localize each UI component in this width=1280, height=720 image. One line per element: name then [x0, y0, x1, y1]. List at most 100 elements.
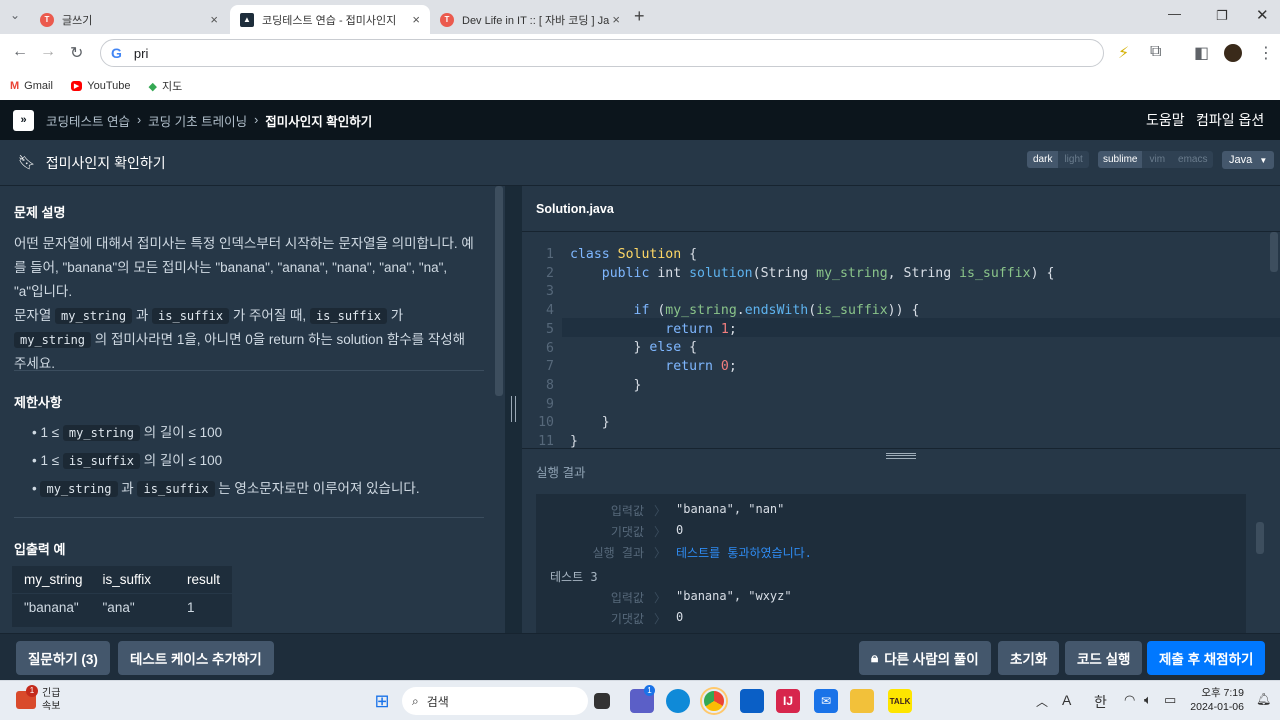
- code-line: }: [570, 415, 610, 431]
- news-widget[interactable]: 1 긴급 속보: [16, 685, 61, 713]
- tab-search-icon[interactable]: ⌄: [10, 8, 20, 22]
- theme-light[interactable]: light: [1058, 151, 1089, 168]
- ask-question-button[interactable]: 질문하기 (3): [16, 641, 110, 675]
- volume-icon[interactable]: 🔈︎: [1144, 692, 1152, 708]
- text: 문자열: [14, 308, 52, 323]
- lock-icon: 🔒︎: [871, 650, 879, 665]
- forward-icon[interactable]: →: [40, 43, 56, 61]
- compile-options-link[interactable]: 컴파일 옵션: [1196, 110, 1264, 130]
- breadcrumb-item[interactable]: 코딩 기초 트레이닝: [148, 111, 247, 130]
- scrollbar[interactable]: [495, 186, 503, 396]
- google-icon: G: [111, 45, 122, 61]
- editor-scrollbar[interactable]: [1270, 232, 1278, 272]
- kakaotalk-icon[interactable]: TALK: [888, 689, 912, 713]
- clock[interactable]: 오후 7:19 2024-01-06: [1188, 686, 1244, 714]
- separator: 〉: [654, 546, 667, 560]
- submit-button[interactable]: 제출 후 채점하기: [1147, 641, 1266, 675]
- keymap-emacs[interactable]: emacs: [1172, 151, 1214, 168]
- problem-panel: 문제 설명 어떤 문자열에 대해서 접미사는 특정 인덱스부터 시작하는 문자열…: [0, 186, 505, 633]
- line-number: 5: [546, 321, 554, 337]
- problem-description: 어떤 문자열에 대해서 접미사는 특정 인덱스부터 시작하는 문자열을 의미합니…: [14, 232, 480, 376]
- close-icon[interactable]: ×: [612, 12, 620, 27]
- keymap-sublime[interactable]: sublime: [1098, 151, 1143, 168]
- extension-icon[interactable]: ⚡: [1118, 43, 1129, 63]
- intellij-icon[interactable]: IJ: [776, 689, 800, 713]
- text: 1 ≤: [40, 425, 60, 440]
- result-panel: 입력값 〉 "banana", "nan" 기댓값 〉 0 실행 결과 〉 테스…: [536, 494, 1246, 633]
- bookmark-maps[interactable]: ◆ 지도: [149, 78, 183, 94]
- bookmark-youtube[interactable]: ▶ YouTube: [70, 80, 131, 92]
- keymap-toggle: sublime vim emacs: [1098, 151, 1214, 168]
- table-header-row: my_string is_suffix result: [12, 566, 232, 594]
- inline-code: is_suffix: [309, 308, 387, 324]
- mail-icon[interactable]: ✉: [814, 689, 838, 713]
- chevron-up-icon[interactable]: ︿: [1036, 693, 1048, 710]
- windows-start-icon[interactable]: ⊞: [370, 689, 394, 713]
- resize-handle-mid: [886, 455, 916, 456]
- result-row: 입력값 〉 "banana", "wxyz": [536, 589, 792, 606]
- table-cell: 1: [187, 600, 195, 615]
- notification-icon[interactable]: 🔔︎: [1256, 692, 1271, 706]
- ime-hangul[interactable]: 한: [1094, 692, 1107, 712]
- resize-handle[interactable]: [886, 453, 916, 459]
- programmers-logo[interactable]: »: [13, 109, 34, 131]
- taskbar-search[interactable]: ⌕ 검색: [402, 687, 588, 715]
- result-scrollbar[interactable]: [1256, 522, 1264, 554]
- task-view-icon[interactable]: [594, 693, 610, 709]
- panel-resize-handle[interactable]: [505, 186, 522, 633]
- close-icon[interactable]: ×: [412, 12, 420, 27]
- reset-button[interactable]: 초기화: [998, 641, 1060, 675]
- others-solutions-button[interactable]: 🔒︎ 다른 사람의 풀이: [859, 641, 991, 675]
- theme-dark[interactable]: dark: [1027, 151, 1059, 168]
- result-row: 실행 결과 〉 테스트를 통과하였습니다.: [536, 544, 812, 561]
- sidepanel-icon[interactable]: ◧: [1194, 43, 1209, 63]
- store-icon[interactable]: [740, 689, 764, 713]
- language-select[interactable]: Java ▼: [1222, 151, 1275, 169]
- run-code-button[interactable]: 코드 실행: [1065, 641, 1143, 675]
- new-tab-button[interactable]: +: [634, 6, 645, 27]
- close-window-button[interactable]: ✕: [1256, 6, 1269, 24]
- chrome-icon[interactable]: [702, 689, 726, 713]
- bookmark-icon[interactable]: 🔖︎: [18, 154, 36, 171]
- inline-code: my_string: [55, 308, 133, 324]
- edge-icon[interactable]: [666, 689, 690, 713]
- result-row: 기댓값 〉 0: [536, 610, 683, 627]
- bookmark-gmail[interactable]: M Gmail: [10, 80, 53, 92]
- test-title: 테스트 3: [550, 570, 598, 584]
- line-number: 8: [546, 377, 554, 393]
- minimize-button[interactable]: —: [1168, 6, 1181, 21]
- breadcrumb-item[interactable]: 코딩테스트 연습: [46, 111, 130, 130]
- menu-icon[interactable]: ⋮: [1258, 43, 1274, 63]
- help-link[interactable]: 도움말: [1146, 110, 1185, 130]
- news-badge: 1: [26, 685, 38, 697]
- puzzle-icon[interactable]: ⧉: [1150, 43, 1161, 61]
- tab-write[interactable]: T 글쓰기 ×: [30, 5, 228, 34]
- line-number: 9: [546, 396, 554, 412]
- keymap-vim[interactable]: vim: [1142, 151, 1173, 168]
- close-icon[interactable]: ×: [210, 12, 218, 27]
- examples-table: my_string is_suffix result "banana" "ana…: [12, 566, 233, 627]
- code-editor[interactable]: 1 2 3 4 5 6 7 8 9 10 11 class Solution {…: [522, 232, 1280, 449]
- tab-coding-test[interactable]: ▲ 코딩테스트 연습 - 접미사인지 ×: [230, 5, 430, 34]
- gmail-icon: M: [10, 80, 20, 92]
- battery-icon[interactable]: ▭: [1164, 692, 1176, 708]
- input-value: "banana", "nan": [676, 502, 785, 516]
- back-icon[interactable]: ←: [12, 43, 28, 61]
- address-input[interactable]: G pri: [100, 39, 1104, 67]
- profile-avatar[interactable]: [1224, 44, 1242, 62]
- code-line: class Solution {: [570, 247, 698, 262]
- input-label: 입력값: [610, 591, 644, 605]
- chat-icon[interactable]: 1: [630, 685, 655, 713]
- app-header: » 코딩테스트 연습 › 코딩 기초 트레이닝 › 접미사인지 확인하기 도움말…: [0, 100, 1280, 140]
- add-test-case-button[interactable]: 테스트 케이스 추가하기: [118, 641, 274, 675]
- tab-dev-life[interactable]: T Dev Life in IT :: [ 자바 코딩 ] Ja ×: [430, 5, 630, 34]
- file-explorer-icon[interactable]: [850, 689, 874, 713]
- news-sub: 속보: [42, 701, 61, 712]
- description-para: 어떤 문자열에 대해서 접미사는 특정 인덱스부터 시작하는 문자열을 의미합니…: [14, 236, 474, 299]
- caret-down-icon: ▼: [1259, 156, 1268, 165]
- reload-icon[interactable]: ↻: [70, 43, 83, 63]
- restore-button[interactable]: ❐: [1216, 8, 1228, 24]
- inline-code: my_string: [40, 481, 118, 497]
- wifi-icon[interactable]: ◠: [1124, 692, 1135, 708]
- ime-mode[interactable]: A: [1062, 692, 1071, 708]
